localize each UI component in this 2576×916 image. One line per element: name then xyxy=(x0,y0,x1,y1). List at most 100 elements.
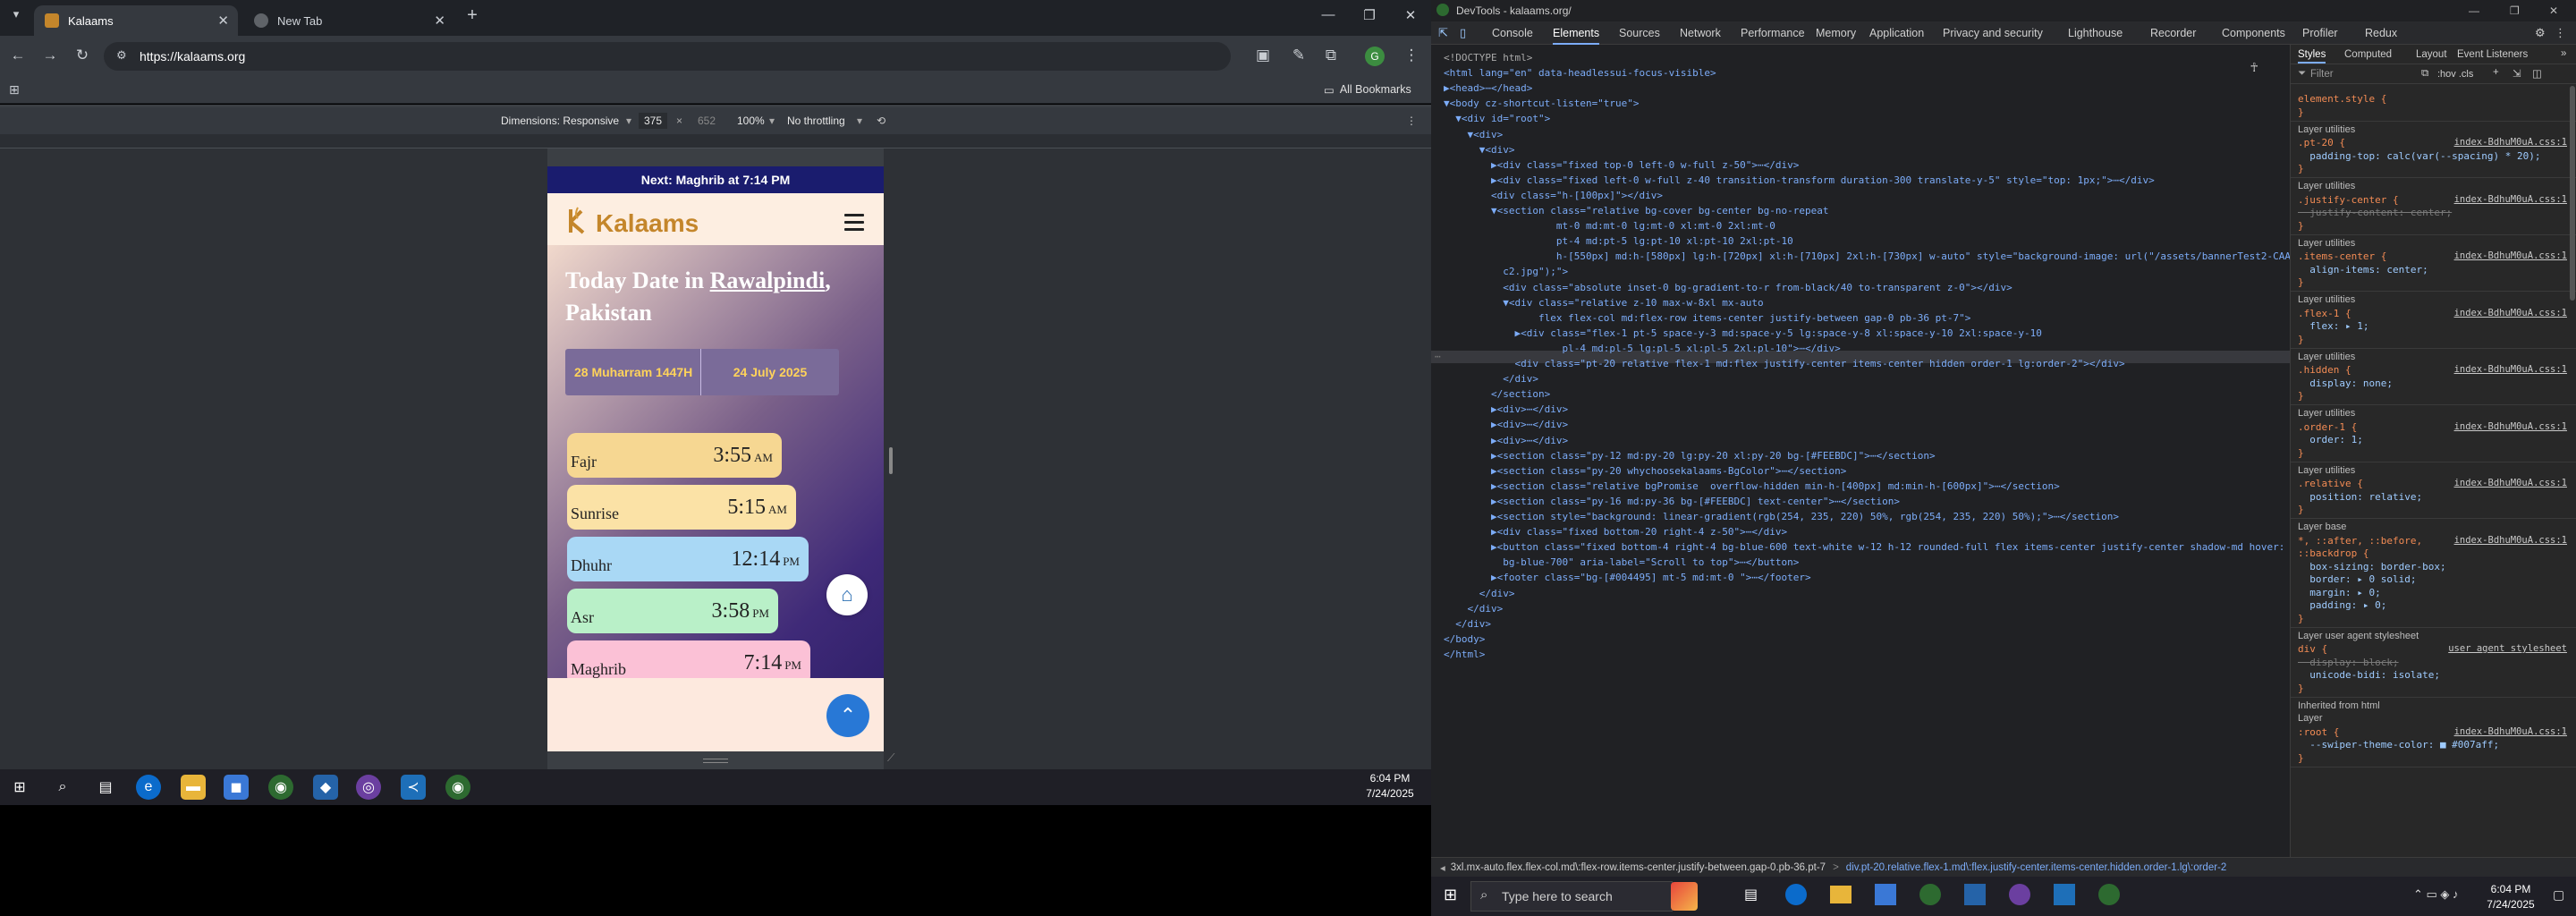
dom-node-line[interactable]: </body> xyxy=(1444,633,1485,646)
devtools-tab-console[interactable]: Console xyxy=(1492,27,1533,39)
dom-node-line[interactable]: ▼<div> xyxy=(1444,144,1515,157)
edge-icon[interactable]: e xyxy=(136,775,161,800)
devtools-tab-memory[interactable]: Memory xyxy=(1816,27,1856,39)
tab-event-listeners[interactable]: Event Listeners xyxy=(2457,49,2528,60)
dom-node-line[interactable]: bg-blue-700" aria-label="Scroll to top">… xyxy=(1444,556,1799,569)
tab-kalaams[interactable]: Kalaams ✕ xyxy=(34,5,238,36)
maximize-icon[interactable]: ❐ xyxy=(2510,4,2520,17)
cascade-layer-label[interactable]: Layer base xyxy=(2298,522,2346,533)
dom-node-line[interactable]: ▶<section class="py-20 whychoosekalaams-… xyxy=(1444,465,1846,478)
task-view-icon[interactable]: ▤ xyxy=(93,775,118,800)
settings-gear-icon[interactable]: ⚙ xyxy=(2535,26,2546,40)
device-toggle-icon[interactable]: ▯ xyxy=(1460,26,1466,40)
dom-node-line[interactable]: ▼<div class="relative z-10 max-w-8xl mx-… xyxy=(1444,297,1763,310)
dom-node-line[interactable]: ▶<head>⋯</head> xyxy=(1444,82,1532,95)
close-tab-icon[interactable]: ✕ xyxy=(434,13,445,29)
dom-node-line[interactable]: </section> xyxy=(1444,388,1550,401)
forward-icon[interactable]: → xyxy=(39,47,61,64)
hov-cls-toggles[interactable]: :hov .cls xyxy=(2437,69,2473,80)
close-window-icon[interactable]: ✕ xyxy=(2549,4,2558,17)
layers-icon[interactable]: ⧉ xyxy=(2421,68,2428,80)
media-query-ruler[interactable] xyxy=(0,134,1431,148)
stylesheet-source-link[interactable]: user agent stylesheet xyxy=(2448,643,2567,655)
edit-icon[interactable]: ✎ xyxy=(1288,47,1309,64)
clock[interactable]: 6:04 PM 7/24/2025 xyxy=(1356,771,1424,802)
cascade-layer-label[interactable]: Layer xyxy=(2298,713,2323,725)
cascade-layer-label[interactable]: Layer utilities xyxy=(2298,181,2355,192)
dom-node-line[interactable]: ▶<section class="py-16 md:py-36 bg-[#FEE… xyxy=(1444,496,1900,508)
dom-node-line[interactable]: <div class="absolute inset-0 bg-gradient… xyxy=(1444,282,2012,294)
dom-node-line[interactable]: ▶<div class="fixed top-0 left-0 w-full z… xyxy=(1444,159,1799,172)
dom-node-line[interactable]: flex flex-col md:flex-row items-center j… xyxy=(1444,312,1970,325)
stylesheet-source-link[interactable]: index-BdhuM0uA.css:1 xyxy=(2454,137,2567,148)
sidebar-icon[interactable]: ◫ xyxy=(2532,67,2542,80)
vscode-icon[interactable] xyxy=(2054,884,2075,905)
toggle-rendering-icon[interactable]: ⇲ xyxy=(2512,67,2521,80)
apps-grid-icon[interactable]: ⊞ xyxy=(9,82,20,98)
filter-input[interactable]: Filter xyxy=(2310,69,2334,80)
scroll-to-top-button[interactable]: ⌃ xyxy=(826,694,869,737)
device-options-kebab-icon[interactable]: ⋮ xyxy=(1406,114,1417,127)
devtools-tab-elements[interactable]: Elements xyxy=(1553,27,1600,45)
file-explorer-icon[interactable] xyxy=(1830,886,1852,903)
breadcrumb-left-arrow-icon[interactable]: ◂ xyxy=(1440,861,1445,874)
address-bar[interactable]: ⚙ https://kalaams.org xyxy=(104,42,1231,71)
accessibility-icon[interactable]: ☥ xyxy=(2250,61,2258,75)
kalaams-logo-icon[interactable] xyxy=(565,206,592,236)
dom-node-line[interactable]: ▶<div class="fixed left-0 w-full z-40 tr… xyxy=(1444,174,2155,187)
resize-handle-right[interactable] xyxy=(889,447,893,474)
devtools-tab-performance[interactable]: Performance xyxy=(1741,27,1805,39)
stylesheet-source-link[interactable]: index-BdhuM0uA.css:1 xyxy=(2454,364,2567,376)
chrome-icon[interactable] xyxy=(2098,884,2120,905)
stylesheet-source-link[interactable]: index-BdhuM0uA.css:1 xyxy=(2454,194,2567,206)
stylesheet-source-link[interactable]: index-BdhuM0uA.css:1 xyxy=(2454,250,2567,262)
new-tab-button[interactable]: + xyxy=(462,5,483,26)
dom-node-line[interactable]: </div> xyxy=(1444,618,1491,631)
dom-node-line[interactable]: mt-0 md:mt-0 lg:mt-0 xl:mt-0 2xl:mt-0 xyxy=(1444,220,1775,233)
app-icon[interactable]: ◆ xyxy=(313,775,338,800)
dom-node-line[interactable]: <html lang="en" data-headlessui-focus-vi… xyxy=(1444,67,1716,80)
close-tab-icon[interactable]: ✕ xyxy=(217,13,229,29)
store-icon[interactable]: ◼ xyxy=(224,775,249,800)
github-desktop-icon[interactable] xyxy=(2009,884,2030,905)
dom-node-line[interactable]: ▶<section class="relative bgPromise over… xyxy=(1444,480,2060,493)
inspect-element-icon[interactable]: ⇱ xyxy=(1438,26,1448,40)
chrome-icon[interactable] xyxy=(1919,884,1941,905)
devtools-tab-redux[interactable]: Redux xyxy=(2365,27,2397,39)
tab-search-icon[interactable]: ▾ xyxy=(5,7,27,21)
dom-node-line[interactable]: ▼<body cz-shortcut-listen="true"> xyxy=(1444,98,1640,110)
dom-node-line[interactable]: ▶<footer class="bg-[#004495] mt-5 md:mt-… xyxy=(1444,572,1811,584)
stylesheet-source-link[interactable]: index-BdhuM0uA.css:1 xyxy=(2454,535,2567,547)
dom-node-line[interactable]: </div> xyxy=(1444,588,1515,600)
hamburger-menu-icon[interactable] xyxy=(844,214,864,231)
back-icon[interactable]: ← xyxy=(7,47,29,64)
vscode-icon[interactable]: ≺ xyxy=(401,775,426,800)
devtools-tab-recorder[interactable]: Recorder xyxy=(2150,27,2196,39)
dom-node-line[interactable]: </div> xyxy=(1444,603,1503,615)
cascade-layer-label[interactable]: Layer utilities xyxy=(2298,465,2355,477)
menu-kebab-icon[interactable]: ⋮ xyxy=(1401,47,1422,64)
reload-icon[interactable]: ↻ xyxy=(72,47,93,64)
system-tray-icons[interactable]: ⌃ ▭ ◈ ♪ xyxy=(2413,887,2459,902)
devtools-tab-lighthouse[interactable]: Lighthouse xyxy=(2068,27,2123,39)
styles-scrollbar[interactable] xyxy=(2570,86,2575,301)
devtools-tab-privacy-and-security[interactable]: Privacy and security xyxy=(1943,27,2043,39)
throttling-dropdown[interactable]: No throttling xyxy=(787,114,845,127)
tab-computed[interactable]: Computed xyxy=(2344,49,2392,60)
devtools-menu-icon[interactable]: ⋮ xyxy=(2555,26,2566,40)
devtools-tab-network[interactable]: Network xyxy=(1680,27,1721,39)
height-input[interactable]: 652 xyxy=(692,113,721,129)
extension-icon[interactable]: ▣ xyxy=(1252,47,1274,64)
github-desktop-icon[interactable]: ◎ xyxy=(356,775,381,800)
dom-node-line[interactable]: </html> xyxy=(1444,649,1485,661)
resize-handle-bottom[interactable] xyxy=(703,759,728,763)
all-bookmarks-button[interactable]: ▭ All Bookmarks xyxy=(1324,83,1411,97)
dom-node-line[interactable]: c2.jpg");"> xyxy=(1444,266,1568,278)
dom-node-line[interactable]: pt-4 md:pt-5 lg:pt-10 xl:pt-10 2xl:pt-10 xyxy=(1444,235,1793,248)
dom-node-line[interactable]: <!DOCTYPE html> xyxy=(1444,52,1532,64)
city-link[interactable]: Rawalpindi xyxy=(710,267,826,293)
cascade-layer-label[interactable]: Layer utilities xyxy=(2298,408,2355,420)
maximize-icon[interactable]: ❐ xyxy=(1356,7,1383,23)
kalaams-logo-text[interactable]: Kalaams xyxy=(596,209,699,238)
stylesheet-source-link[interactable]: index-BdhuM0uA.css:1 xyxy=(2454,726,2567,738)
